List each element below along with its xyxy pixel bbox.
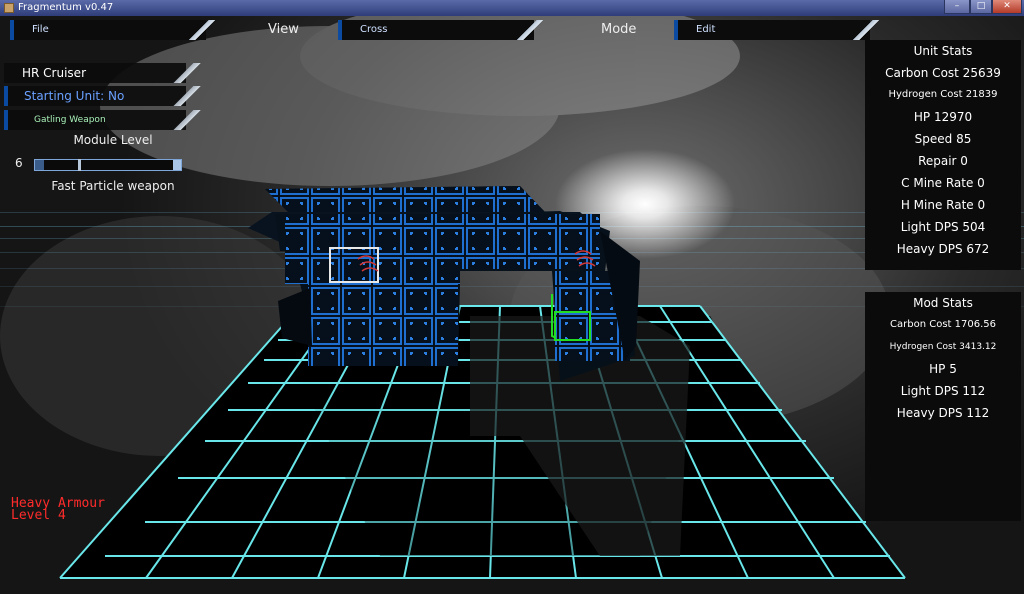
stat-hp: HP 12970 [913, 110, 973, 124]
mod-hp: HP 5 [929, 362, 957, 376]
stat-carbon-cost: Carbon Cost 25639 [885, 66, 1001, 80]
stat-hydrogen-cost: Hydrogen Cost 21839 [888, 89, 998, 100]
slider-end-cap [173, 160, 181, 170]
stat-h-mine-rate: H Mine Rate 0 [900, 198, 986, 212]
close-button[interactable]: ✕ [992, 0, 1022, 14]
window-titlebar: Fragmentum v0.47 – □ ✕ [0, 0, 1024, 16]
stat-repair: Repair 0 [918, 154, 968, 168]
mod-carbon-cost: Carbon Cost 1706.56 [890, 319, 996, 330]
maximize-button[interactable]: □ [970, 0, 992, 14]
unit-stats-title: Unit Stats [913, 44, 973, 58]
minimize-button[interactable]: – [944, 0, 970, 14]
mode-edit-button[interactable]: Edit [674, 20, 884, 40]
mod-heavy-dps: Heavy DPS 112 [896, 406, 990, 420]
mod-stats-title: Mod Stats [913, 296, 973, 310]
mod-stats-panel: Mod Stats Carbon Cost 1706.56 Hydrogen C… [865, 292, 1021, 521]
file-menu-label: File [32, 24, 49, 35]
stat-light-dps: Light DPS 504 [900, 220, 986, 234]
view-cross-button[interactable]: Cross [338, 20, 548, 40]
unit-name: HR Cruiser [22, 66, 86, 80]
app-icon [4, 3, 14, 13]
module-level-label: Module Level [73, 133, 153, 147]
weapon-label: Gatling Weapon [34, 115, 106, 125]
mode-edit-label: Edit [696, 24, 716, 35]
mod-light-dps: Light DPS 112 [900, 384, 986, 398]
slider-thumb[interactable] [78, 159, 81, 171]
stat-heavy-dps: Heavy DPS 672 [896, 242, 990, 256]
mode-caption: Mode [601, 22, 637, 37]
starting-unit-toggle[interactable]: Starting Unit: No [4, 86, 204, 106]
unit-stats-panel: Unit Stats Carbon Cost 25639 Hydrogen Co… [865, 40, 1021, 270]
unit-stats-list: Carbon Cost 25639 Hydrogen Cost 21839 HP… [865, 62, 1021, 260]
selected-part-level: Level 4 [11, 508, 66, 523]
view-caption: View [268, 22, 299, 37]
module-level-value: 6 [15, 156, 23, 170]
window-title: Fragmentum v0.47 [18, 2, 114, 13]
starting-unit-label: Starting Unit: No [24, 89, 125, 103]
game-viewport[interactable]: File View Cross Mode Edit HR Cruiser Sta… [0, 16, 1024, 594]
mod-hydrogen-cost: Hydrogen Cost 3413.12 [889, 342, 997, 352]
view-cross-label: Cross [360, 24, 388, 35]
module-level-slider[interactable] [34, 159, 182, 171]
unit-name-field[interactable]: HR Cruiser [4, 63, 204, 83]
file-menu-button[interactable]: File [10, 20, 220, 40]
stat-c-mine-rate: C Mine Rate 0 [901, 176, 985, 190]
weapon-selector[interactable]: Gatling Weapon [4, 110, 204, 130]
module-description: Fast Particle weapon [51, 179, 175, 193]
slider-fill [35, 160, 44, 170]
mod-stats-list: Carbon Cost 1706.56 Hydrogen Cost 3413.1… [865, 314, 1021, 424]
stat-speed: Speed 85 [914, 132, 972, 146]
